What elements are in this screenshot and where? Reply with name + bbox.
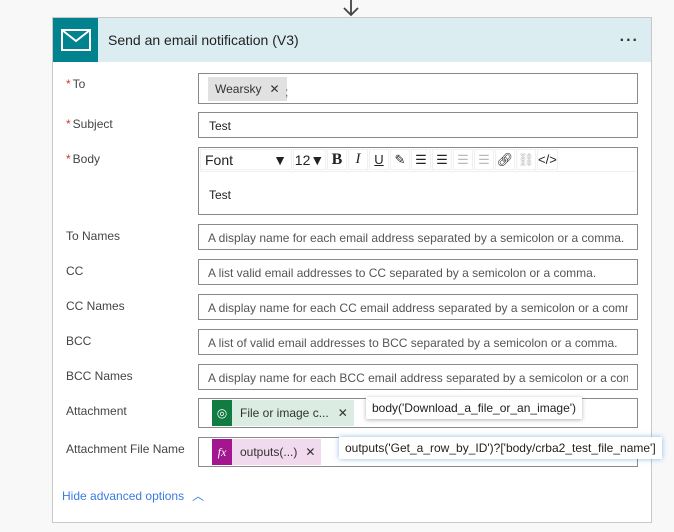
hide-advanced-options-link[interactable]: Hide advanced options ︿ [62, 487, 204, 504]
to-names-placeholder: A display name for each email address se… [208, 231, 625, 245]
mail-icon [53, 18, 98, 62]
attachment-name-label: Attachment File Name [66, 442, 185, 456]
email-action-card: Send an email notification (V3) ... * To … [52, 17, 662, 523]
attachment-tooltip: body('Download_a_file_or_an_image') [366, 397, 583, 419]
recipient-token: Wearsky ✕ [208, 77, 287, 101]
subject-value: Test [209, 119, 232, 133]
bcc-label: BCC [66, 334, 92, 348]
increase-indent-icon[interactable]: ☰ [474, 149, 494, 170]
unlink-icon[interactable]: ⛓︎ [516, 149, 536, 170]
formatting-toolbar: Font ▼ 12 ▼ B I U ✎ ☰ ☰ ☰ ☰ 🔗︎ ⛓︎ </> [200, 149, 636, 172]
body-editor[interactable]: Font ▼ 12 ▼ B I U ✎ ☰ ☰ ☰ ☰ 🔗︎ ⛓︎ </> Test [198, 147, 638, 215]
fx-icon: fx [212, 439, 232, 465]
to-names-field[interactable]: A display name for each email address se… [198, 224, 638, 250]
cc-placeholder: A list valid email addresses to CC separ… [208, 266, 597, 280]
cc-field[interactable]: A list valid email addresses to CC separ… [198, 259, 638, 285]
bcc-placeholder: A list of valid email addresses to BCC s… [208, 336, 618, 350]
bcc-field[interactable]: A list of valid email addresses to BCC s… [198, 329, 638, 355]
body-label: * Body [66, 152, 101, 166]
arrow-down-icon [343, 0, 359, 17]
attachment-name-tooltip: outputs('Get_a_row_by_ID')?['body/crba2_… [339, 437, 662, 459]
attachment-label: Attachment [66, 404, 127, 418]
remove-token-icon[interactable]: ✕ [269, 82, 279, 96]
underline-icon[interactable]: U [369, 149, 389, 170]
remove-token-icon[interactable]: ✕ [338, 406, 348, 420]
subject-label: * Subject [66, 117, 113, 131]
remove-token-icon[interactable]: ✕ [305, 445, 315, 459]
link-icon[interactable]: 🔗︎ [495, 149, 515, 170]
text-color-icon[interactable]: ✎ [390, 149, 410, 170]
italic-icon[interactable]: I [348, 149, 368, 170]
font-size-select[interactable]: 12 ▼ [293, 149, 326, 170]
bcc-names-field[interactable]: A display name for each BCC email addres… [198, 364, 638, 390]
dataverse-icon: ◎ [212, 400, 232, 426]
body-value: Test [209, 188, 232, 202]
to-label: * To [66, 77, 86, 91]
font-select[interactable]: Font ▼ [200, 149, 292, 170]
cc-label: CC [66, 264, 84, 278]
card-title: Send an email notification (V3) [108, 32, 299, 48]
separator: ; [285, 85, 289, 99]
subject-field[interactable]: Test [198, 112, 638, 138]
bold-icon[interactable]: B [327, 149, 347, 170]
bcc-names-label: BCC Names [66, 369, 133, 383]
attachment-token: ◎ File or image c... ✕ [212, 400, 354, 426]
numbered-list-icon[interactable]: ☰ [432, 149, 452, 170]
expression-token: fx outputs(...) ✕ [212, 439, 322, 465]
cc-names-label: CC Names [66, 299, 125, 313]
to-field[interactable]: Wearsky ✕ ; [198, 73, 638, 104]
cc-names-field[interactable]: A display name for each CC email address… [198, 294, 638, 320]
to-names-label: To Names [66, 229, 121, 243]
decrease-indent-icon[interactable]: ☰ [453, 149, 473, 170]
code-view-icon[interactable]: </> [537, 149, 558, 170]
more-options-icon[interactable]: ... [620, 28, 639, 46]
card-header[interactable]: Send an email notification (V3) ... [53, 18, 651, 62]
bullet-list-icon[interactable]: ☰ [411, 149, 431, 170]
cc-names-placeholder: A display name for each CC email address… [208, 301, 628, 315]
bcc-names-placeholder: A display name for each BCC email addres… [208, 371, 628, 385]
chevron-up-icon: ︿ [192, 489, 205, 503]
